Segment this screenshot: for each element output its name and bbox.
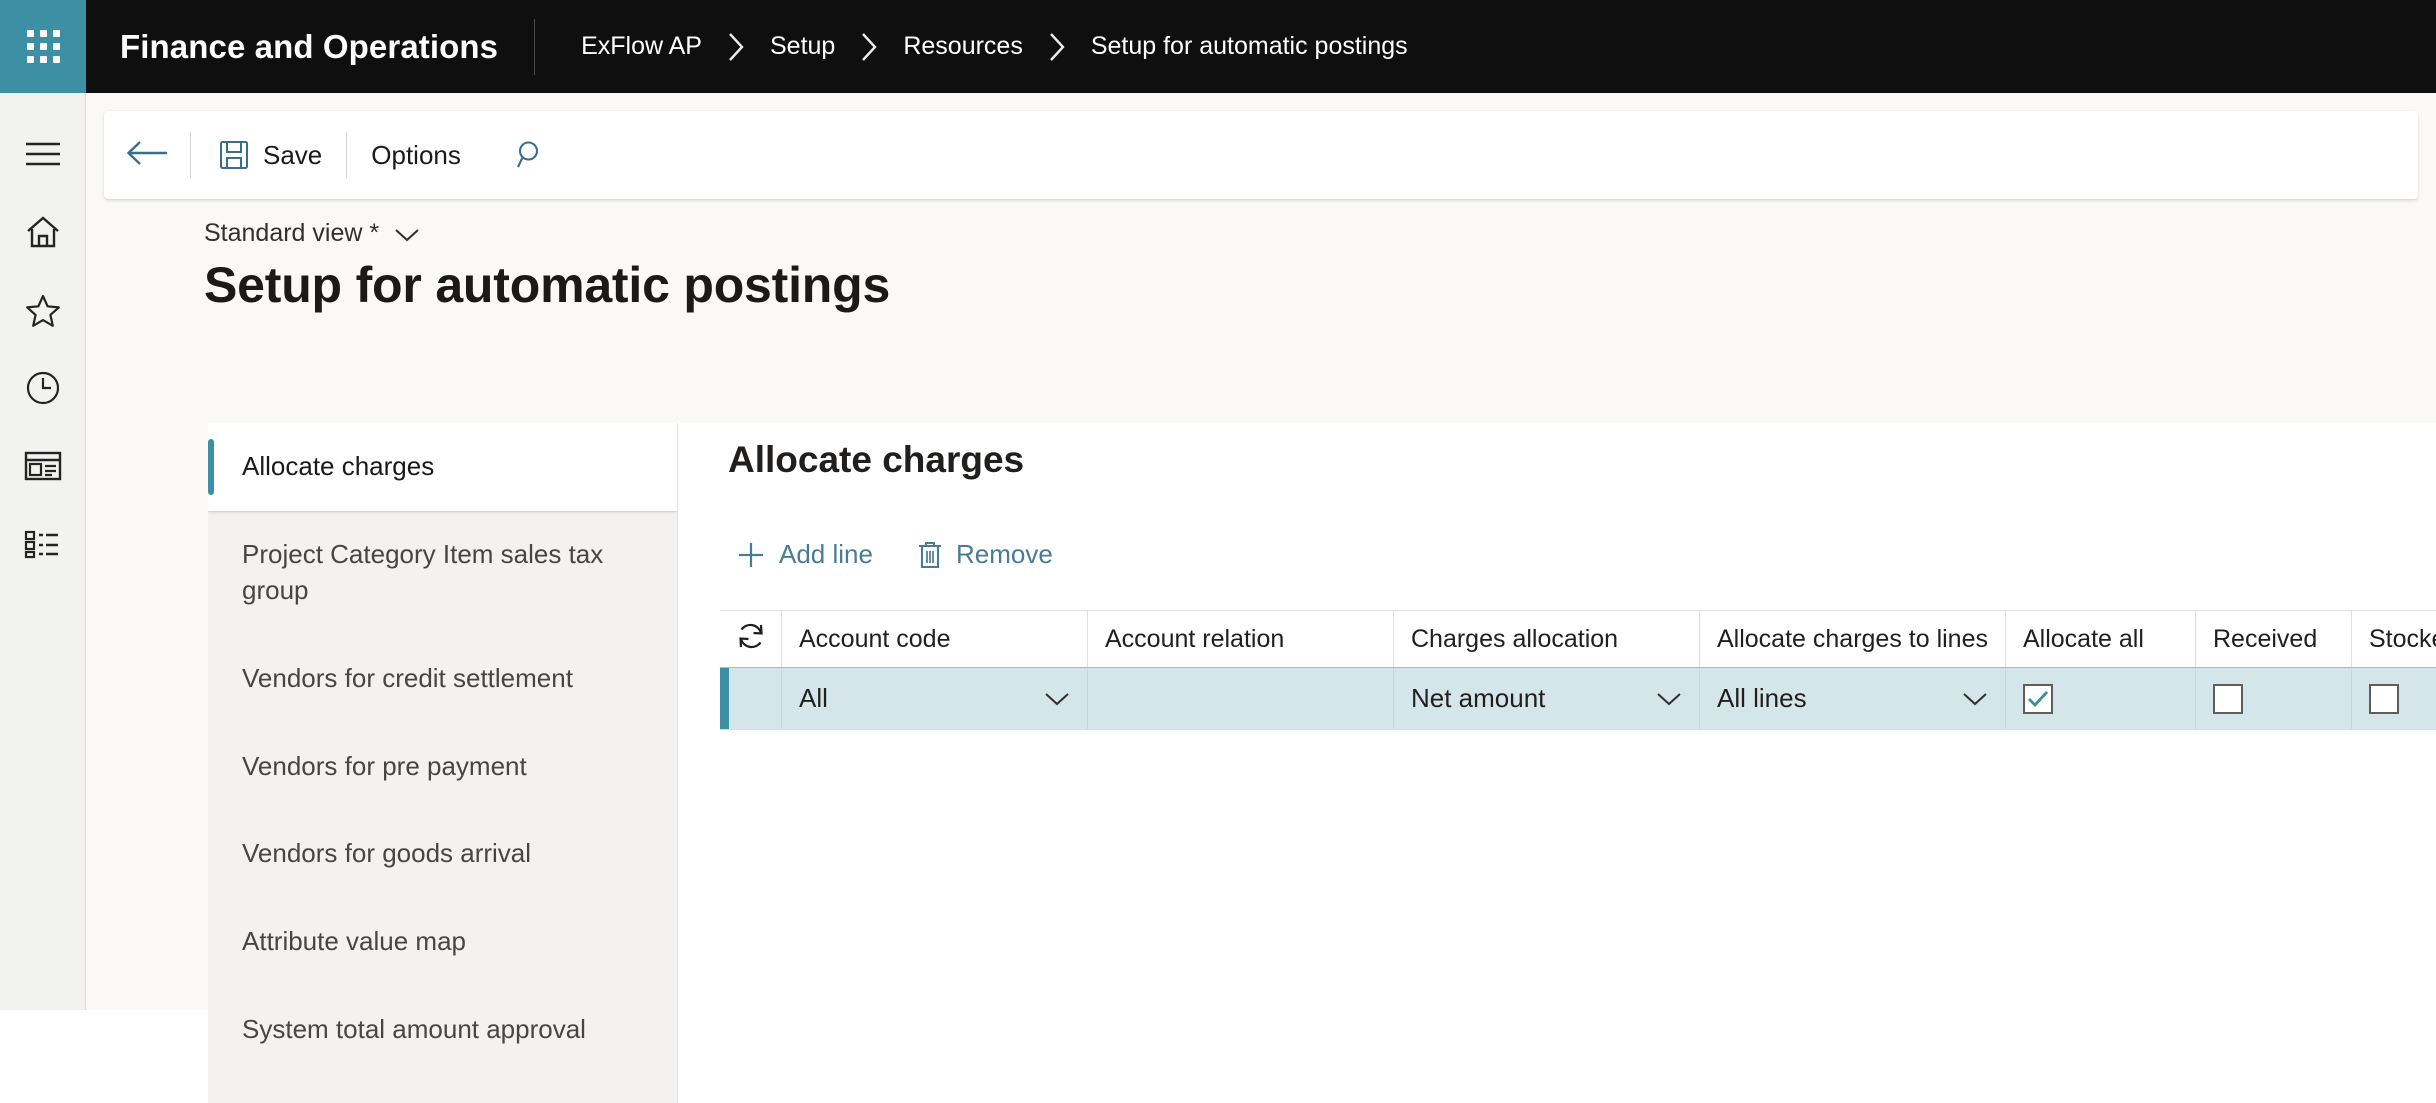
breadcrumb-item-2[interactable]: Resources: [901, 32, 1025, 61]
table-row[interactable]: All Net amount All lines: [720, 668, 2436, 730]
view-selector[interactable]: Standard view *: [204, 219, 420, 248]
tab-item-vendors-for-goods-arrival[interactable]: Vendors for goods arrival: [208, 810, 677, 898]
remove-label: Remove: [955, 539, 1053, 569]
recent-button[interactable]: [0, 349, 86, 427]
tab-item-label: System total amount approval: [242, 1014, 586, 1045]
tab-item-label: Vendors for pre payment: [242, 750, 527, 781]
refresh-icon: [735, 620, 767, 659]
tab-item-label: Vendors for credit settlement: [242, 662, 573, 693]
app-launcher-icon: [26, 30, 60, 63]
hamburger-menu-icon: [24, 139, 62, 169]
tab-list: Allocate charges Project Category Item s…: [208, 423, 678, 1103]
chevron-down-icon[interactable]: [1034, 691, 1070, 707]
save-label: Save: [263, 139, 323, 170]
add-line-button[interactable]: Add line: [720, 531, 889, 578]
tab-item-label: Attribute value map: [242, 926, 467, 957]
save-button[interactable]: Save: [191, 111, 346, 199]
page-body: Save Options Standard view * Setup for a…: [86, 93, 2436, 1103]
cell-charges-allocation[interactable]: Net amount: [1394, 668, 1700, 729]
workspace-icon: [24, 450, 62, 482]
column-header-account-relation[interactable]: Account relation: [1088, 611, 1394, 667]
refresh-button[interactable]: [720, 611, 782, 667]
star-icon: [25, 293, 61, 327]
cell-allocate-charges-to-lines[interactable]: All lines: [1700, 668, 2006, 729]
workspaces-button[interactable]: [0, 427, 86, 505]
row-selection-marker: [720, 668, 729, 729]
allocate-charges-to-lines-value: All lines: [1717, 683, 1807, 713]
tab-item-project-category-item-sales-tax-group[interactable]: Project Category Item sales tax group: [208, 511, 677, 635]
trash-icon: [917, 540, 943, 570]
remove-button[interactable]: Remove: [901, 531, 1069, 578]
cell-allocate-all[interactable]: [2006, 668, 2196, 729]
chevron-right-icon: [1047, 31, 1067, 63]
nav-expand-button[interactable]: [0, 115, 86, 193]
plus-icon: [736, 540, 766, 570]
breadcrumb: ExFlow AP Setup Resources Setup for auto…: [535, 31, 1410, 63]
home-icon: [25, 215, 61, 249]
column-header-allocate-charges-to-lines[interactable]: Allocate charges to lines: [1700, 611, 2006, 667]
content-panel: Allocate charges Add line Remove Account…: [678, 423, 2436, 1103]
section-title: Allocate charges: [728, 439, 1025, 480]
account-code-value: All: [799, 683, 828, 713]
tab-item-attribute-value-map[interactable]: Attribute value map: [208, 898, 677, 986]
favorites-button[interactable]: [0, 271, 86, 349]
tab-item-allocate-charges[interactable]: Allocate charges: [208, 423, 677, 511]
received-checkbox[interactable]: [2213, 683, 2243, 714]
top-navigation-bar: Finance and Operations ExFlow AP Setup R…: [0, 0, 2436, 93]
view-selector-label: Standard view *: [204, 219, 380, 247]
cell-account-relation[interactable]: [1088, 668, 1394, 729]
tab-item-system-total-amount-approval[interactable]: System total amount approval: [208, 986, 677, 1074]
cell-received[interactable]: [2196, 668, 2352, 729]
clock-icon: [25, 370, 61, 406]
action-pane: Save Options: [104, 111, 2418, 199]
tab-item-vendors-for-credit-settlement[interactable]: Vendors for credit settlement: [208, 635, 677, 723]
tab-item-label: Allocate charges: [242, 451, 435, 481]
allocate-all-checkbox[interactable]: [2023, 683, 2053, 714]
tab-item-system-line-amount-approval[interactable]: System line amount approval: [208, 1074, 677, 1103]
breadcrumb-item-1[interactable]: Setup: [768, 32, 837, 61]
page-title: Setup for automatic postings: [204, 257, 891, 313]
app-title: Finance and Operations: [120, 27, 499, 65]
column-header-charges-allocation[interactable]: Charges allocation: [1394, 611, 1700, 667]
charges-allocation-value: Net amount: [1411, 683, 1546, 713]
grid-toolbar: Add line Remove: [720, 531, 1069, 578]
tab-item-vendors-for-pre-payment[interactable]: Vendors for pre payment: [208, 723, 677, 811]
back-button[interactable]: [104, 111, 190, 199]
left-navigation-rail: [0, 93, 86, 1010]
search-icon: [515, 139, 547, 171]
column-header-account-code[interactable]: Account code: [782, 611, 1088, 667]
modules-button[interactable]: [0, 505, 86, 583]
column-header-stocked[interactable]: Stocked: [2352, 611, 2436, 667]
row-handle-cell[interactable]: [729, 668, 782, 729]
tab-item-label: Project Category Item sales tax group: [242, 538, 604, 605]
add-line-label: Add line: [779, 539, 873, 569]
breadcrumb-item-3[interactable]: Setup for automatic postings: [1089, 32, 1410, 61]
home-button[interactable]: [0, 193, 86, 271]
data-grid: Account code Account relation Charges al…: [720, 610, 2436, 730]
chevron-down-icon[interactable]: [1952, 691, 1988, 707]
chevron-down-icon[interactable]: [1646, 691, 1682, 707]
cell-account-code[interactable]: All: [782, 668, 1088, 729]
save-disk-icon: [219, 140, 249, 170]
chevron-down-icon: [394, 227, 420, 243]
column-header-received[interactable]: Received: [2196, 611, 2352, 667]
stocked-checkbox[interactable]: [2369, 683, 2399, 714]
breadcrumb-item-0[interactable]: ExFlow AP: [579, 32, 704, 61]
app-launcher-button[interactable]: [0, 0, 86, 93]
cell-stocked[interactable]: [2352, 668, 2436, 729]
options-menu-button[interactable]: Options: [347, 111, 485, 199]
grid-header-row: Account code Account relation Charges al…: [720, 610, 2436, 668]
chevron-right-icon: [726, 31, 746, 63]
search-button[interactable]: [485, 111, 577, 199]
chevron-right-icon: [859, 31, 879, 63]
column-header-allocate-all[interactable]: Allocate all: [2006, 611, 2196, 667]
back-arrow-icon: [125, 138, 169, 173]
modules-list-icon: [24, 529, 62, 559]
tab-item-label: Vendors for goods arrival: [242, 838, 532, 869]
